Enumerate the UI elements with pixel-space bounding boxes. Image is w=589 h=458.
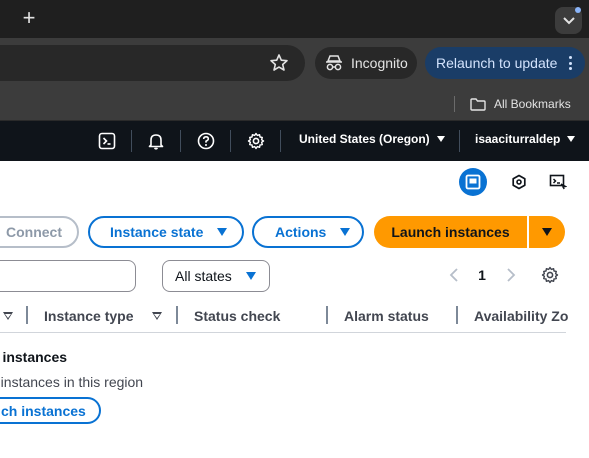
empty-state-title: o instances <box>0 349 68 365</box>
empty-state-description: ny instances in this region <box>0 374 144 390</box>
caret-down-icon <box>217 228 228 236</box>
column-header-alarm-status[interactable]: Alarm status <box>344 308 429 324</box>
help-button[interactable] <box>195 130 217 152</box>
bell-icon <box>148 134 164 150</box>
notifications-button[interactable] <box>145 130 167 152</box>
panel-layout-icon <box>465 174 481 190</box>
instance-state-button[interactable]: Instance state <box>88 216 244 248</box>
kebab-menu-icon[interactable] <box>569 56 573 70</box>
cloudshell-icon <box>98 132 116 150</box>
launch-instances-label: Launch instances <box>391 224 510 240</box>
column-resizer[interactable] <box>176 306 178 324</box>
relaunch-button[interactable]: Relaunch to update <box>425 47 585 79</box>
connect-button[interactable]: Connect <box>0 216 79 248</box>
console-icon <box>549 174 567 190</box>
incognito-indicator[interactable]: Incognito <box>315 47 417 79</box>
column-resizer[interactable] <box>26 306 28 324</box>
launch-dropdown-button[interactable] <box>529 216 565 248</box>
account-label: isaaciturraldep <box>475 132 561 146</box>
help-icon <box>197 132 215 150</box>
bookmarks-divider <box>454 96 455 112</box>
plus-icon: + <box>22 5 36 30</box>
cloudshell-button[interactable] <box>96 130 118 152</box>
launch-instances-button[interactable]: Launch instances <box>374 216 527 248</box>
caret-down-icon <box>340 228 351 236</box>
relaunch-label: Relaunch to update <box>436 55 558 71</box>
instances-panel: Connect Instance state Actions Launch in… <box>0 161 589 458</box>
search-input[interactable] <box>0 260 136 292</box>
incognito-icon <box>326 55 342 71</box>
bookmark-star-button[interactable] <box>269 53 289 73</box>
header-divider <box>459 130 460 152</box>
address-bar[interactable] <box>0 45 305 81</box>
launch-instances-empty-button[interactable]: ch instances <box>0 397 101 424</box>
sort-icon[interactable] <box>3 312 13 320</box>
chevron-right-icon <box>507 268 516 282</box>
column-resizer[interactable] <box>456 306 458 324</box>
caret-down-icon <box>542 228 552 236</box>
account-menu[interactable]: isaaciturraldep <box>475 132 576 146</box>
bookmarks-bar: All Bookmarks <box>0 88 589 121</box>
header-divider <box>131 130 132 152</box>
incognito-label: Incognito <box>351 55 408 71</box>
state-filter-select[interactable]: All states <box>162 260 270 292</box>
caret-down-icon <box>567 136 576 142</box>
caret-down-icon <box>436 136 445 142</box>
column-header-instance-type[interactable]: Instance type <box>44 308 133 324</box>
aws-console-header: United States (Oregon) isaaciturraldep <box>0 121 589 161</box>
security-panel-button[interactable] <box>505 168 533 196</box>
settings-icon <box>541 266 559 284</box>
browser-toolbar: Incognito Relaunch to update <box>0 38 589 88</box>
header-divider <box>280 130 281 152</box>
folder-icon <box>470 97 486 111</box>
notification-dot <box>575 7 581 13</box>
settings-button[interactable] <box>245 130 267 152</box>
actions-button[interactable]: Actions <box>252 216 364 248</box>
launch-instances-empty-label: ch instances <box>1 402 86 419</box>
new-tab-button[interactable]: + <box>18 6 40 30</box>
region-selector[interactable]: United States (Oregon) <box>299 132 445 146</box>
split-panel-toggle[interactable] <box>459 168 487 196</box>
header-divider <box>180 130 181 152</box>
caret-down-icon <box>245 272 256 280</box>
settings-icon <box>247 132 265 150</box>
all-bookmarks-label: All Bookmarks <box>494 97 571 111</box>
previous-page-button[interactable] <box>446 263 462 287</box>
tab-search-button[interactable] <box>555 7 582 34</box>
sort-icon[interactable] <box>152 312 162 320</box>
actions-label: Actions <box>275 224 327 240</box>
browser-tabstrip: + <box>0 0 589 38</box>
table-header: Instance type Status check Alarm status … <box>0 299 568 333</box>
column-resizer[interactable] <box>326 306 328 324</box>
chevron-down-icon <box>562 16 575 24</box>
screen: + Incognito Relaunch to update All Bookm… <box>0 0 589 458</box>
region-label: United States (Oregon) <box>299 132 430 146</box>
all-bookmarks-button[interactable]: All Bookmarks <box>470 94 571 114</box>
page-number-label: 1 <box>478 267 486 283</box>
header-divider <box>230 130 231 152</box>
hexagon-shield-icon <box>512 174 526 190</box>
table-preferences-button[interactable] <box>539 263 561 287</box>
column-header-status-check[interactable]: Status check <box>194 308 280 324</box>
page-number[interactable]: 1 <box>474 263 490 287</box>
state-filter-value: All states <box>175 268 232 284</box>
instance-state-label: Instance state <box>110 224 204 240</box>
chevron-left-icon <box>449 268 458 282</box>
console-panel-button[interactable] <box>544 168 572 196</box>
next-page-button[interactable] <box>503 263 519 287</box>
column-header-availability-zone[interactable]: Availability Zo <box>474 308 568 324</box>
star-icon <box>270 54 288 71</box>
connect-label: Connect <box>6 224 62 240</box>
